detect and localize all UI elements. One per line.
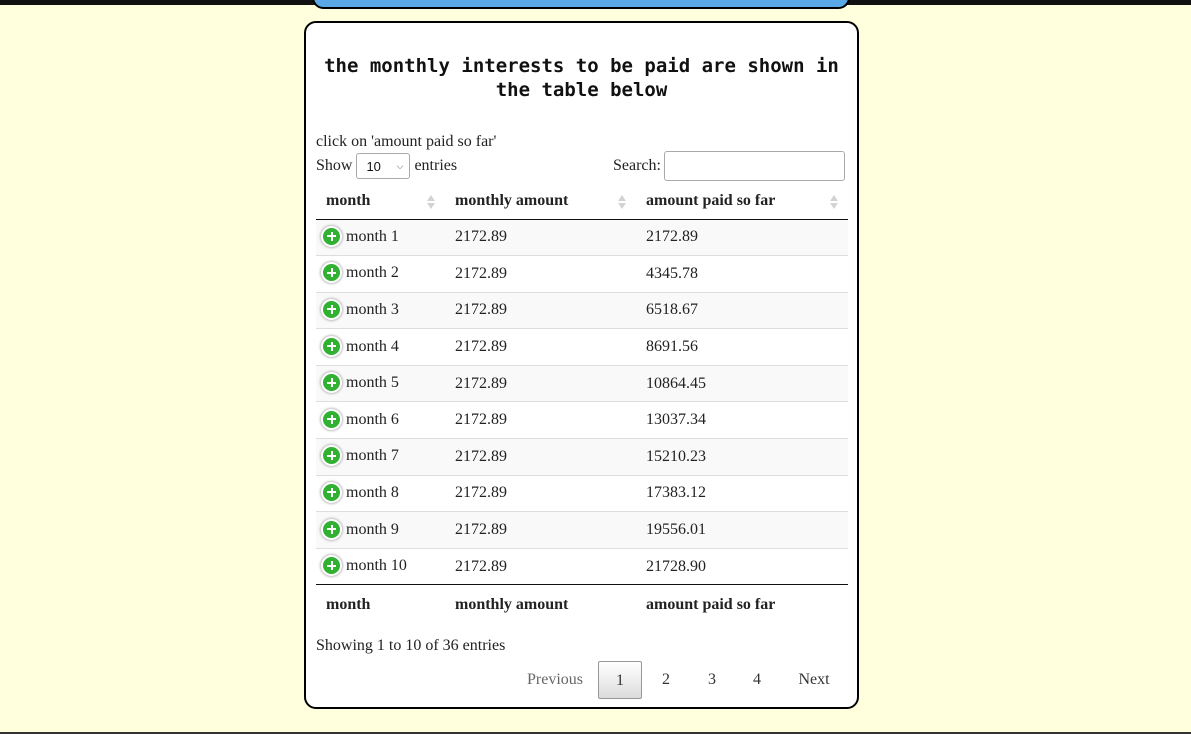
expand-row-icon[interactable]	[321, 555, 342, 577]
sort-icon	[618, 194, 626, 210]
chevron-down-icon: ⌵	[396, 160, 404, 171]
amount-paid-cell: 2172.89	[636, 219, 848, 256]
month-cell: month 9	[316, 511, 445, 549]
expand-row-icon[interactable]	[321, 408, 342, 430]
monthly-amount-cell: 2172.89	[445, 511, 636, 549]
expand-row-icon[interactable]	[321, 372, 342, 394]
search-input[interactable]	[663, 151, 845, 181]
amount-paid-cell: 10864.45	[636, 364, 848, 402]
table-row: month 6 2172.89 13037.34	[316, 401, 848, 439]
month-cell: month 3	[316, 291, 445, 329]
monthly-amount-cell: 2172.89	[445, 328, 636, 366]
month-value: month 3	[346, 301, 399, 319]
column-header-label: amount paid so far	[646, 192, 776, 210]
month-cell: month 7	[316, 438, 445, 476]
month-value: month 8	[346, 484, 399, 502]
previous-button[interactable]: Previous	[516, 661, 594, 699]
monthly-amount-cell: 2172.89	[445, 401, 636, 439]
table-row: month 5 2172.89 10864.45	[316, 364, 848, 402]
expand-row-icon[interactable]	[321, 225, 342, 247]
footer-month: month	[316, 584, 445, 624]
monthly-amount-cell: 2172.89	[445, 547, 636, 585]
month-value: month 4	[346, 337, 399, 355]
amount-paid-cell: 21728.90	[636, 547, 848, 585]
table-row: month 10 2172.89 21728.90	[316, 547, 848, 585]
previous-panel-edge	[312, 0, 850, 9]
expand-row-icon[interactable]	[321, 445, 342, 467]
month-cell: month 4	[316, 328, 445, 366]
amount-paid-cell: 17383.12	[636, 474, 848, 512]
table-row: month 2 2172.89 4345.78	[316, 255, 848, 293]
month-cell: month 2	[316, 255, 445, 293]
column-header-monthly-amount[interactable]: monthly amount	[445, 184, 636, 220]
table-row: month 4 2172.89 8691.56	[316, 328, 848, 366]
page-button-3[interactable]: 3	[690, 661, 734, 699]
amount-paid-cell: 13037.34	[636, 401, 848, 439]
entries-select[interactable]: 10 ⌵	[356, 153, 411, 179]
column-header-month[interactable]: month	[316, 184, 445, 220]
month-value: month 10	[346, 557, 407, 575]
month-value: month 6	[346, 410, 399, 428]
month-value: month 7	[346, 447, 399, 465]
page-button-2[interactable]: 2	[644, 661, 688, 699]
monthly-amount-cell: 2172.89	[445, 364, 636, 402]
month-value: month 9	[346, 520, 399, 538]
month-value: month 2	[346, 264, 399, 282]
expand-row-icon[interactable]	[321, 481, 342, 503]
expand-row-icon[interactable]	[321, 262, 342, 284]
table-row: month 3 2172.89 6518.67	[316, 291, 848, 329]
month-cell: month 1	[316, 219, 445, 256]
monthly-amount-cell: 2172.89	[445, 219, 636, 256]
monthly-amount-cell: 2172.89	[445, 474, 636, 512]
table-footer-row: month monthly amount amount paid so far	[316, 584, 848, 624]
monthly-amount-cell: 2172.89	[445, 291, 636, 329]
table-row: month 7 2172.89 15210.23	[316, 438, 848, 476]
hint-text: click on 'amount paid so far'	[316, 133, 497, 150]
amount-paid-cell: 4345.78	[636, 255, 848, 293]
month-cell: month 6	[316, 401, 445, 439]
table-info: Showing 1 to 10 of 36 entries	[316, 637, 506, 654]
table-header-row: month monthly amount amount paid so far	[316, 184, 848, 220]
search-label: Search:	[613, 157, 661, 174]
sort-icon	[830, 194, 838, 210]
entries-label: entries	[414, 157, 458, 174]
expand-row-icon[interactable]	[321, 335, 342, 357]
footer-amount-paid: amount paid so far	[636, 584, 848, 624]
table-row: month 9 2172.89 19556.01	[316, 511, 848, 549]
column-header-label: month	[326, 192, 371, 210]
pagination: Previous 1 2 3 4 Next	[506, 661, 848, 699]
amount-paid-cell: 6518.67	[636, 291, 848, 329]
expand-row-icon[interactable]	[321, 298, 342, 320]
page-button-4[interactable]: 4	[735, 661, 779, 699]
monthly-amount-cell: 2172.89	[445, 438, 636, 476]
amount-paid-cell: 15210.23	[636, 438, 848, 476]
monthly-amount-cell: 2172.89	[445, 255, 636, 293]
sort-icon	[427, 194, 435, 210]
month-cell: month 8	[316, 474, 445, 512]
footer-monthly-amount: monthly amount	[445, 584, 636, 624]
month-value: month 5	[346, 374, 399, 392]
page-button-1[interactable]: 1	[598, 661, 642, 699]
column-header-label: monthly amount	[455, 192, 569, 210]
show-label: Show	[316, 157, 353, 174]
interest-table: month monthly amount amount paid so far …	[316, 184, 848, 624]
interest-table-card: the monthly interests to be paid are sho…	[304, 21, 859, 709]
entries-length-control: Show 10 ⌵ entries	[316, 153, 457, 179]
month-value: month 1	[346, 227, 399, 245]
column-header-amount-paid[interactable]: amount paid so far	[636, 184, 848, 220]
table-row: month 1 2172.89 2172.89	[316, 219, 848, 256]
month-cell: month 10	[316, 547, 445, 585]
expand-row-icon[interactable]	[321, 518, 342, 540]
amount-paid-cell: 8691.56	[636, 328, 848, 366]
next-button[interactable]: Next	[784, 661, 844, 699]
amount-paid-cell: 19556.01	[636, 511, 848, 549]
entries-select-value: 10	[366, 158, 381, 174]
month-cell: month 5	[316, 364, 445, 402]
search-control: Search:	[613, 151, 845, 181]
card-title: the monthly interests to be paid are sho…	[324, 55, 839, 101]
table-row: month 8 2172.89 17383.12	[316, 474, 848, 512]
